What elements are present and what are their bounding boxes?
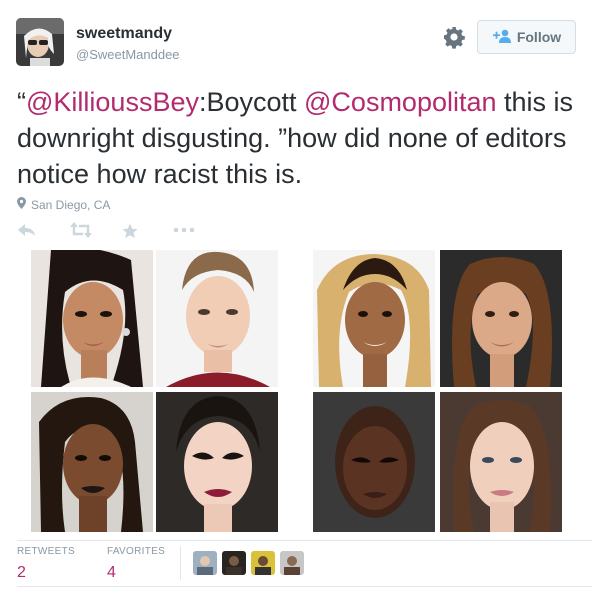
reply-icon[interactable]: [17, 222, 69, 242]
tweet-stats: RETWEETS 2 FAVORITES 4: [17, 546, 197, 586]
more-icon[interactable]: [173, 222, 225, 242]
favorites-count: 4: [106, 564, 116, 581]
user-name[interactable]: sweetmandy: [76, 25, 172, 43]
add-user-icon: [492, 29, 512, 46]
divider: [17, 540, 592, 541]
tweet-actions: [17, 222, 225, 242]
retweets-label: RETWEETS: [17, 546, 75, 557]
photo-portrait: [156, 250, 278, 387]
photo-portrait: [440, 250, 562, 387]
tweet-text: “@KillioussBey:Boycott @Cosmopolitan thi…: [17, 84, 587, 192]
star-icon[interactable]: [121, 222, 173, 242]
favorited-by-avatars: [193, 551, 304, 575]
avatar[interactable]: [222, 551, 246, 575]
location-label: San Diego, CA: [31, 197, 111, 212]
open-quote: “: [17, 87, 26, 117]
retweets-count: 2: [17, 564, 26, 581]
user-handle[interactable]: @SweetManddee: [76, 47, 180, 62]
photo-portrait: [313, 392, 435, 532]
divider: [17, 586, 592, 587]
tweet-photo-right[interactable]: [313, 250, 562, 532]
follow-button[interactable]: Follow: [477, 20, 576, 54]
retweets-stat[interactable]: RETWEETS 2: [17, 546, 75, 586]
favorites-stat[interactable]: FAVORITES 4: [107, 546, 165, 586]
favorites-label: FAVORITES: [106, 546, 166, 557]
tweet-location[interactable]: San Diego, CA: [17, 197, 110, 212]
avatar[interactable]: [251, 551, 275, 575]
photo-portrait: [31, 250, 153, 387]
tweet-photo-left[interactable]: [31, 250, 278, 532]
gear-icon[interactable]: [442, 25, 466, 49]
photo-portrait: [440, 392, 562, 532]
avatar[interactable]: [193, 551, 217, 575]
mention-cosmopolitan[interactable]: @Cosmopolitan: [304, 87, 497, 117]
avatar[interactable]: [280, 551, 304, 575]
photo-portrait: [313, 250, 435, 387]
photo-portrait: [156, 392, 278, 532]
photo-portrait: [31, 392, 153, 532]
map-pin-icon: [17, 197, 26, 212]
mention-killioussbey[interactable]: @KillioussBey: [26, 87, 199, 117]
tweet-text-part: :Boycott: [198, 87, 305, 117]
retweet-icon[interactable]: [69, 222, 121, 242]
user-avatar[interactable]: [16, 18, 64, 66]
divider: [180, 546, 181, 580]
follow-label: Follow: [516, 29, 562, 45]
